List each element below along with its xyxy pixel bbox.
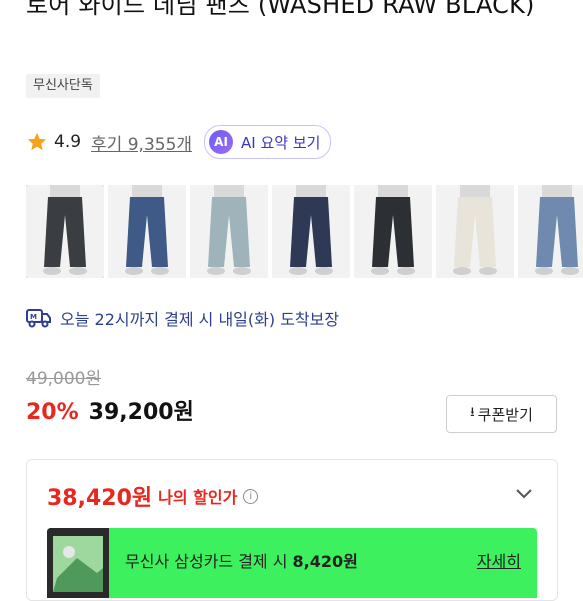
ai-icon: AI bbox=[209, 130, 234, 154]
delivery-truck-icon: M bbox=[26, 309, 51, 328]
pants-image bbox=[272, 185, 350, 278]
thumbnail-strip bbox=[26, 185, 583, 278]
pants-image bbox=[436, 185, 514, 278]
my-price-amount: 38,420원 bbox=[47, 486, 153, 511]
pants-image bbox=[190, 185, 268, 278]
chevron-down-icon[interactable] bbox=[515, 488, 533, 500]
promo-text: 무신사 삼성카드 결제 시 8,420원 bbox=[125, 548, 358, 572]
thumbnail-1[interactable] bbox=[26, 185, 104, 278]
pants-image bbox=[26, 185, 104, 278]
info-icon[interactable]: i bbox=[243, 488, 259, 504]
rating-row: 4.9 후기 9,355개 AI AI 요약 보기 bbox=[26, 125, 332, 159]
ai-summary-label: AI 요약 보기 bbox=[241, 133, 321, 152]
discount-rate: 20% bbox=[26, 400, 79, 425]
pants-image bbox=[518, 185, 583, 278]
samsung-card-image bbox=[47, 528, 109, 598]
download-icon: ⭳ bbox=[470, 405, 475, 420]
coupon-label: 쿠폰받기 bbox=[477, 405, 533, 424]
thumbnail-6[interactable] bbox=[436, 185, 514, 278]
promo-amount: 8,420원 bbox=[292, 552, 358, 571]
thumbnail-7[interactable] bbox=[518, 185, 583, 278]
thumbnail-2[interactable] bbox=[108, 185, 186, 278]
thumbnail-4[interactable] bbox=[272, 185, 350, 278]
review-count-link[interactable]: 후기 9,355개 bbox=[91, 130, 192, 155]
sale-price: 39,200원 bbox=[88, 400, 194, 425]
my-price-row: 38,420원 나의 할인가 i bbox=[47, 480, 259, 512]
my-price-label: 나의 할인가 bbox=[158, 488, 238, 507]
promo-text-prefix: 무신사 삼성카드 결제 시 bbox=[125, 552, 293, 571]
exclusive-badge: 무신사단독 bbox=[26, 74, 100, 98]
coupon-button[interactable]: ⭳ 쿠폰받기 bbox=[446, 395, 557, 433]
product-title: 로어 와이드 데님 팬츠 (WASHED RAW BLACK) bbox=[26, 0, 535, 19]
ai-summary-button[interactable]: AI AI 요약 보기 bbox=[204, 125, 332, 159]
delivery-text: 오늘 22시까지 결제 시 내일(화) 도착보장 bbox=[60, 310, 340, 329]
svg-text:M: M bbox=[30, 313, 37, 321]
star-icon bbox=[27, 132, 47, 151]
thumbnail-3[interactable] bbox=[190, 185, 268, 278]
thumbnail-5[interactable] bbox=[354, 185, 432, 278]
card-promo-banner[interactable]: 무신사 삼성카드 결제 시 8,420원 자세히 bbox=[47, 528, 537, 598]
promo-detail-link[interactable]: 자세히 bbox=[477, 548, 521, 572]
pants-image bbox=[354, 185, 432, 278]
pants-image bbox=[108, 185, 186, 278]
rating-score: 4.9 bbox=[54, 132, 82, 152]
delivery-guarantee: M 오늘 22시까지 결제 시 내일(화) 도착보장 bbox=[26, 306, 339, 330]
original-price: 49,000원 bbox=[26, 369, 102, 389]
price-row: 20% 39,200원 bbox=[26, 394, 194, 426]
my-price-card: 38,420원 나의 할인가 i 무신사 삼성카드 결제 시 8,420원 자세… bbox=[26, 459, 558, 601]
